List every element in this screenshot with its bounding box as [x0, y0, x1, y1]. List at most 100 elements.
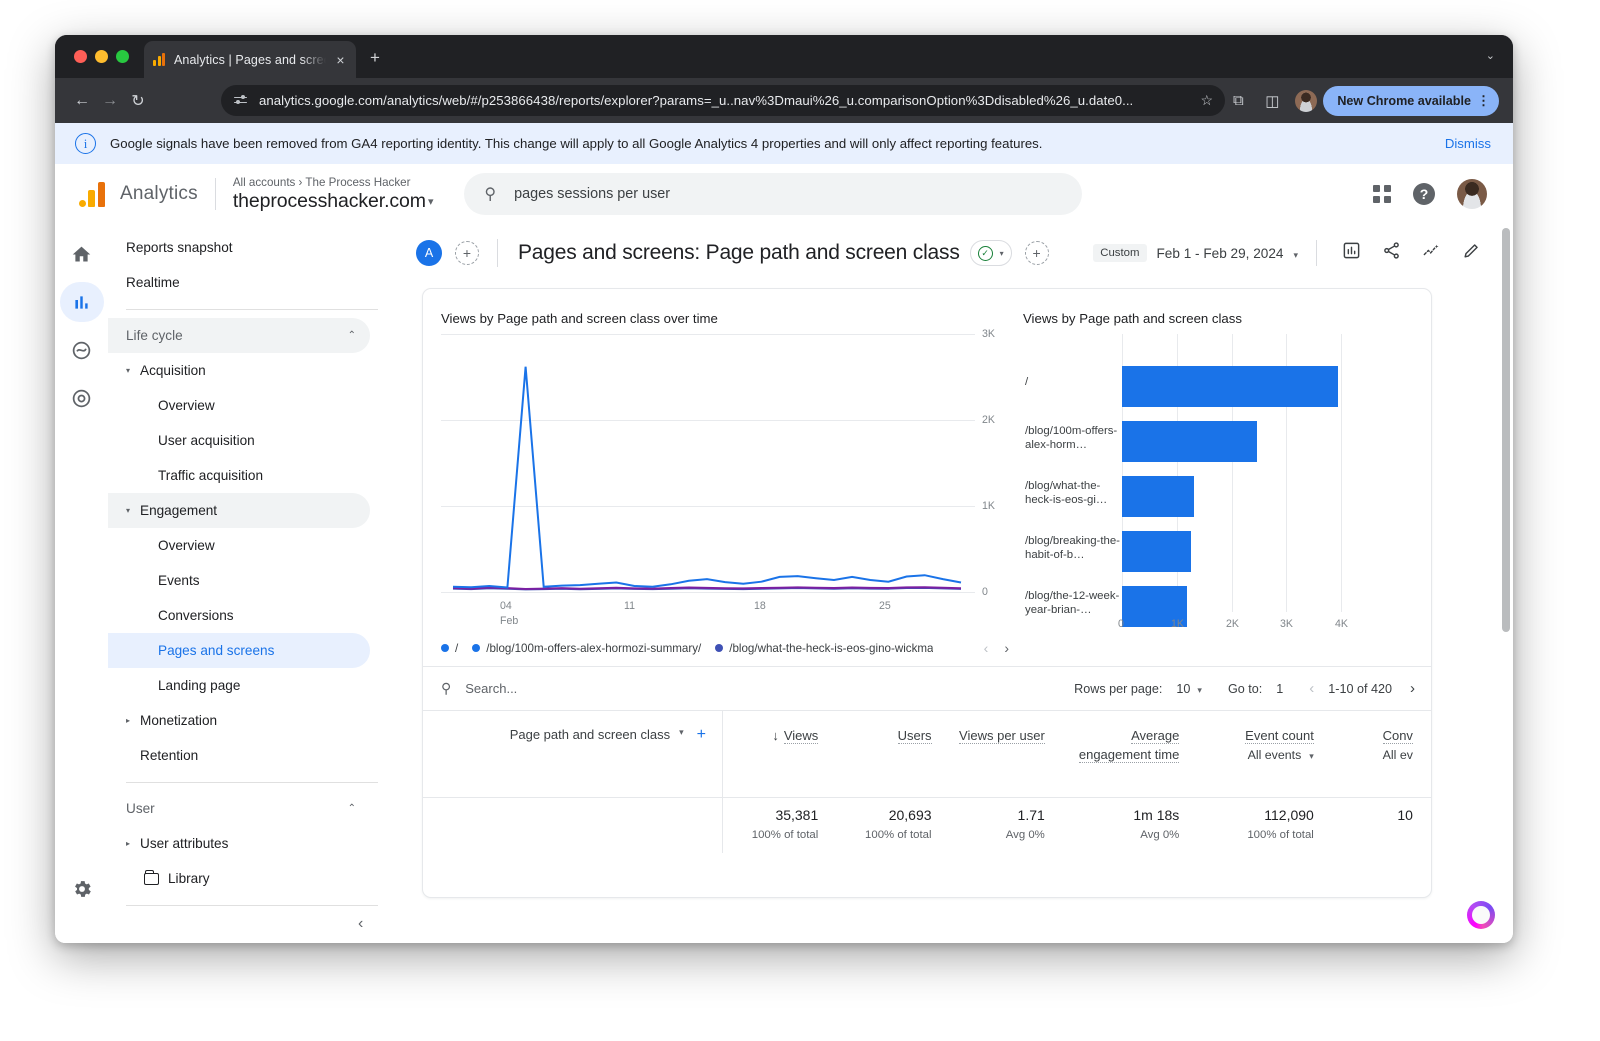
rail-item-explore[interactable]: [60, 330, 104, 370]
legend-item[interactable]: /blog/what-the-heck-is-eos-gino-wickma: [715, 642, 933, 655]
product-name: Analytics: [120, 183, 198, 204]
sidebar-item-traffic-acquisition[interactable]: Traffic acquisition: [108, 458, 370, 493]
forward-icon[interactable]: →: [96, 92, 124, 110]
dismiss-button[interactable]: Dismiss: [1445, 136, 1491, 151]
close-window-button[interactable]: [74, 50, 87, 63]
legend-prev-button[interactable]: ‹: [984, 640, 989, 656]
expand-arrow-icon[interactable]: ▸: [126, 716, 140, 725]
sidebar-item-engagement[interactable]: ▾ Engagement: [108, 493, 370, 528]
site-settings-icon[interactable]: [233, 94, 249, 108]
chevron-down-icon[interactable]: ▾: [1197, 685, 1202, 695]
goto-input[interactable]: 1: [1276, 682, 1283, 696]
bar[interactable]: [1122, 531, 1192, 572]
chevron-down-icon[interactable]: ▾: [1309, 751, 1314, 761]
metric-column-header[interactable]: Average engagement time: [1063, 711, 1198, 797]
reload-icon[interactable]: ↻: [124, 91, 152, 111]
date-range-picker[interactable]: Feb 1 - Feb 29, 2024 ▾: [1157, 246, 1299, 261]
table-search-input[interactable]: ⚲ Search...: [441, 680, 1074, 697]
collapse-nav-button[interactable]: ‹: [358, 915, 363, 933]
bookmark-star-icon[interactable]: ☆: [1200, 92, 1213, 109]
sidebar-item-user-acquisition[interactable]: User acquisition: [108, 423, 370, 458]
expand-arrow-icon[interactable]: ▾: [126, 366, 140, 375]
sidebar-item-monetization[interactable]: ▸ Monetization: [108, 703, 370, 738]
page-range-label: 1-10 of 420: [1328, 681, 1392, 696]
sidebar-item-realtime[interactable]: Realtime: [108, 265, 370, 300]
minimize-window-button[interactable]: [95, 50, 108, 63]
sidebar-item-landing-page[interactable]: Landing page: [108, 668, 370, 703]
chevron-down-icon[interactable]: ⌄: [1486, 49, 1495, 62]
metric-column-header[interactable]: Users: [836, 711, 949, 797]
metric-header-label: Views: [783, 728, 819, 744]
sort-descending-icon[interactable]: ↓: [772, 728, 779, 743]
sidebar-item-conversions[interactable]: Conversions: [108, 598, 370, 633]
legend-item[interactable]: /: [441, 642, 458, 655]
avatar[interactable]: [1457, 179, 1487, 209]
metric-total-cell: 35,381 100% of total: [723, 798, 836, 853]
dimension-column-header[interactable]: Page path and screen class ▾ +: [423, 711, 723, 797]
sidebar-group-user[interactable]: User ⌃: [108, 791, 370, 826]
insights-icon[interactable]: [1331, 241, 1371, 265]
report-avatar[interactable]: A: [416, 240, 442, 266]
chevron-up-icon[interactable]: ⌃: [348, 803, 370, 814]
sidebar-item-acquisition[interactable]: ▾ Acquisition: [108, 353, 370, 388]
page-scrollbar[interactable]: [1502, 228, 1510, 632]
bar[interactable]: [1122, 421, 1258, 462]
account-selector[interactable]: All accounts › The Process Hacker thepro…: [233, 176, 434, 213]
rail-item-home[interactable]: [60, 234, 104, 274]
sidebar-item-user-attributes[interactable]: ▸ User attributes: [108, 826, 370, 861]
chevron-up-icon[interactable]: ⌃: [348, 330, 370, 341]
bar[interactable]: [1122, 366, 1339, 407]
add-comparison-button[interactable]: +: [1024, 241, 1049, 265]
share-icon[interactable]: [1371, 241, 1411, 265]
rows-per-page-select[interactable]: 10 ▾: [1176, 682, 1202, 696]
address-bar[interactable]: analytics.google.com/analytics/web/#/p25…: [221, 85, 1225, 116]
expand-arrow-icon[interactable]: ▸: [126, 839, 140, 848]
sidebar-item-retention[interactable]: Retention: [108, 738, 370, 773]
metric-column-header[interactable]: Views per user: [950, 711, 1063, 797]
browser-tab[interactable]: Analytics | Pages and screens ×: [144, 41, 356, 78]
metric-column-header[interactable]: Event count All events ▾: [1197, 711, 1332, 797]
chrome-update-button[interactable]: New Chrome available ⋮: [1323, 85, 1499, 116]
expand-arrow-icon[interactable]: ▾: [126, 506, 140, 515]
data-quality-badge[interactable]: ✓ ▾: [969, 240, 1012, 266]
help-icon[interactable]: ?: [1413, 183, 1435, 205]
rail-item-reports[interactable]: [59, 282, 104, 322]
window-traffic-lights[interactable]: [74, 50, 129, 63]
trend-insights-icon[interactable]: [1411, 241, 1451, 265]
chevron-down-icon[interactable]: ▾: [1293, 250, 1298, 260]
assistant-orb[interactable]: [1467, 901, 1495, 929]
sidebar-item-reports-snapshot[interactable]: Reports snapshot: [108, 230, 370, 265]
metric-total-cell: 1m 18s Avg 0%: [1063, 798, 1198, 853]
chevron-down-icon[interactable]: ▾: [679, 727, 684, 738]
rail-item-settings[interactable]: [60, 869, 104, 909]
search-input[interactable]: ⚲ pages sessions per user: [464, 173, 1083, 215]
kebab-menu-icon[interactable]: ⋮: [1477, 93, 1490, 109]
side-panel-icon[interactable]: ◫: [1255, 92, 1289, 110]
new-tab-button[interactable]: +: [370, 49, 380, 66]
add-user-button[interactable]: +: [455, 241, 479, 265]
bar[interactable]: [1122, 476, 1195, 517]
grid-apps-icon[interactable]: [1373, 185, 1391, 203]
rail-item-advertising[interactable]: [60, 378, 104, 418]
maximize-window-button[interactable]: [116, 50, 129, 63]
metric-column-header[interactable]: Conv All ev: [1332, 711, 1431, 797]
sidebar-item-overview[interactable]: Overview: [108, 528, 370, 563]
metric-column-header[interactable]: ↓ Views: [723, 711, 836, 797]
sidebar-item-library[interactable]: Library: [108, 861, 370, 896]
chevron-down-icon[interactable]: ▾: [428, 196, 434, 208]
chevron-down-icon[interactable]: ▾: [1000, 249, 1004, 258]
legend-next-button[interactable]: ›: [1004, 640, 1009, 656]
add-dimension-button[interactable]: +: [697, 727, 706, 743]
prev-page-button[interactable]: ‹: [1309, 680, 1314, 697]
legend-item[interactable]: /blog/100m-offers-alex-hormozi-summary/: [472, 642, 701, 655]
next-page-button[interactable]: ›: [1410, 680, 1415, 697]
back-icon[interactable]: ←: [68, 92, 96, 110]
sidebar-item-events[interactable]: Events: [108, 563, 370, 598]
edit-icon[interactable]: [1451, 241, 1491, 265]
extensions-icon[interactable]: ⧉: [1221, 92, 1255, 109]
sidebar-item-life-cycle[interactable]: Life cycle ⌃: [108, 318, 370, 353]
sidebar-item-overview[interactable]: Overview: [108, 388, 370, 423]
close-icon[interactable]: ×: [333, 53, 348, 67]
sidebar-item-pages-and-screens[interactable]: Pages and screens: [108, 633, 370, 668]
profile-avatar[interactable]: [1295, 89, 1318, 112]
